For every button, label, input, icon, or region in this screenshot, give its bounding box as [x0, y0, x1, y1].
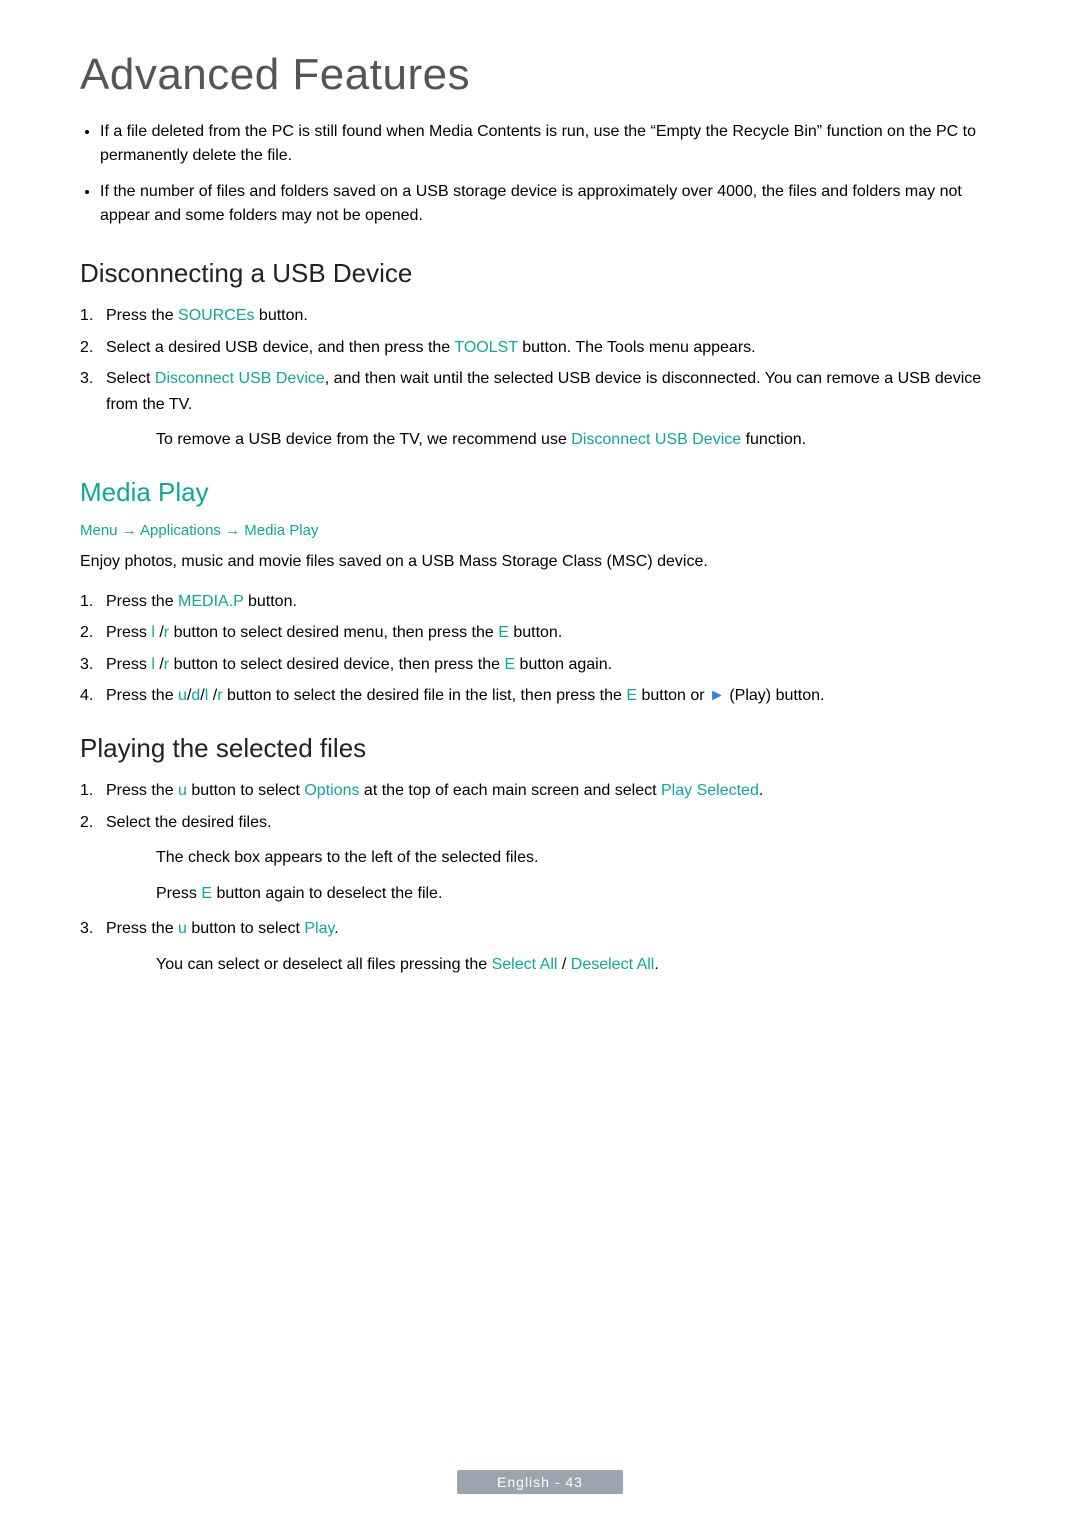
- highlight-play: Play: [304, 920, 334, 937]
- text: Press the: [106, 782, 178, 799]
- text: /: [557, 956, 570, 973]
- text: /: [155, 656, 164, 673]
- text: button again to deselect the file.: [212, 885, 442, 902]
- text: button to select: [187, 920, 304, 937]
- highlight-d: d: [191, 687, 200, 704]
- text: button to select the desired ﬁle in the …: [223, 687, 627, 704]
- disconnect-steps: Press the SOURCEs button. Select a desir…: [80, 303, 1000, 453]
- text: button.: [509, 624, 562, 641]
- highlight-u: u: [178, 782, 187, 799]
- text: button. The Tools menu appears.: [518, 339, 756, 356]
- page-title: Advanced Features: [80, 50, 1000, 100]
- text: button or: [637, 687, 709, 704]
- section-title-disconnect: Disconnecting a USB Device: [80, 258, 1000, 289]
- intro-bullet-list: If a ﬁle deleted from the PC is still fo…: [80, 120, 1000, 228]
- note: The check box appears to the left of the…: [156, 845, 1000, 871]
- text: .: [759, 782, 763, 799]
- step: Press l /r button to select desired devi…: [80, 652, 1000, 678]
- text: Press: [156, 885, 201, 902]
- text: You can select or deselect all files pre…: [156, 956, 492, 973]
- highlight-deselect-all: Deselect All: [571, 956, 655, 973]
- breadcrumb-menu: Menu: [80, 522, 118, 539]
- text: .: [654, 956, 658, 973]
- media-intro: Enjoy photos, music and movie ﬁles saved…: [80, 549, 1000, 575]
- text: .: [334, 920, 338, 937]
- text: function.: [741, 431, 806, 448]
- highlight-e: E: [504, 656, 515, 673]
- note: To remove a USB device from the TV, we r…: [156, 427, 1000, 453]
- arrow-icon: →: [221, 522, 244, 539]
- step: Select the desired ﬁles. The check box a…: [80, 810, 1000, 907]
- text: Press: [106, 624, 151, 641]
- highlight-e: E: [498, 624, 509, 641]
- step: Press the u button to select Play. You c…: [80, 916, 1000, 977]
- highlight-e: E: [201, 885, 212, 902]
- text: Press the: [106, 920, 178, 937]
- play-icon: ►: [709, 687, 725, 704]
- note: Press E button again to deselect the fil…: [156, 881, 1000, 907]
- text: button again.: [515, 656, 612, 673]
- note: You can select or deselect all files pre…: [156, 952, 1000, 978]
- manual-page: Advanced Features If a ﬁle deleted from …: [0, 0, 1080, 1534]
- step: Press the SOURCEs button.: [80, 303, 1000, 329]
- breadcrumb-applications: Applications: [140, 522, 221, 539]
- text: button to select: [187, 782, 304, 799]
- intro-bullet: If the number of ﬁles and folders saved …: [100, 180, 1000, 228]
- text: Select a desired USB device, and then pr…: [106, 339, 454, 356]
- highlight-tools: TOOLST: [454, 339, 517, 356]
- text: Press the: [106, 687, 178, 704]
- highlight-sources: SOURCEs: [178, 307, 254, 324]
- step: Press the MEDIA.P button.: [80, 589, 1000, 615]
- step: Select Disconnect USB Device, and then w…: [80, 366, 1000, 453]
- text: To remove a USB device from the TV, we r…: [156, 431, 571, 448]
- highlight-media-p: MEDIA.P: [178, 593, 244, 610]
- step: Press l /r button to select desired menu…: [80, 620, 1000, 646]
- step: Press the u button to select Options at …: [80, 778, 1000, 804]
- highlight-disconnect-usb: Disconnect USB Device: [571, 431, 741, 448]
- highlight-e: E: [626, 687, 637, 704]
- text: /: [208, 687, 217, 704]
- step: Select a desired USB device, and then pr…: [80, 335, 1000, 361]
- text: /: [155, 624, 164, 641]
- text: button.: [244, 593, 297, 610]
- text: button to select desired menu, then pres…: [169, 624, 498, 641]
- text: Press: [106, 656, 151, 673]
- section-title-playing-selected: Playing the selected ﬁles: [80, 733, 1000, 764]
- text: button to select desired device, then pr…: [169, 656, 504, 673]
- text: Press the: [106, 307, 178, 324]
- text: at the top of each main screen and selec…: [359, 782, 661, 799]
- text: Select the desired ﬁles.: [106, 814, 271, 831]
- section-title-media-play: Media Play: [80, 477, 1000, 508]
- text: Press the: [106, 593, 178, 610]
- arrow-icon: →: [118, 522, 141, 539]
- highlight-options: Options: [304, 782, 359, 799]
- media-steps: Press the MEDIA.P button. Press l /r but…: [80, 589, 1000, 709]
- highlight-u: u: [178, 920, 187, 937]
- breadcrumb-media-play: Media Play: [244, 522, 318, 539]
- text: Select: [106, 370, 155, 387]
- text: button.: [254, 307, 307, 324]
- text: (Play) button.: [725, 687, 825, 704]
- highlight-play-selected: Play Selected: [661, 782, 759, 799]
- highlight-u: u: [178, 687, 187, 704]
- step: Press the u/d/l /r button to select the …: [80, 683, 1000, 709]
- highlight-select-all: Select All: [492, 956, 558, 973]
- intro-bullet: If a ﬁle deleted from the PC is still fo…: [100, 120, 1000, 168]
- breadcrumb: Menu → Applications → Media Play: [80, 522, 1000, 539]
- highlight-disconnect-usb: Disconnect USB Device: [155, 370, 325, 387]
- page-footer: English - 43: [457, 1470, 623, 1494]
- playing-steps: Press the u button to select Options at …: [80, 778, 1000, 978]
